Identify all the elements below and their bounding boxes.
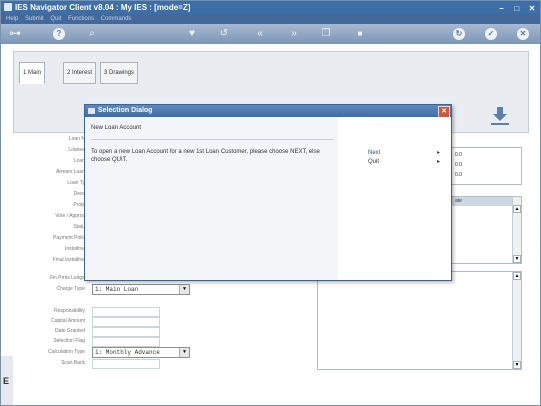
search-icon[interactable]: ⌕	[87, 27, 97, 40]
stop-icon[interactable]: ■	[355, 27, 365, 40]
cancel-icon[interactable]: ✕	[517, 28, 529, 40]
selection-flag-field[interactable]	[92, 337, 160, 347]
menu-submit[interactable]: Submit	[25, 16, 44, 22]
capital-amount-field[interactable]	[92, 317, 160, 327]
label-description: Desc	[73, 191, 85, 197]
calculation-type-select[interactable]: 1: Monthly Advance ▼	[92, 347, 190, 358]
title-bar: IES Navigator Client v8.04 : My IES : [m…	[1, 1, 540, 14]
download-icon[interactable]	[489, 105, 511, 127]
label-vote-approval: Vote / Approv	[55, 213, 85, 219]
side-strip: E	[1, 356, 13, 405]
label-scan-back: Scan Back	[61, 360, 85, 366]
dialog-divider	[91, 139, 334, 140]
label-calculation-type: Calculation Type	[48, 349, 85, 355]
side-strip-icon[interactable]: E	[3, 376, 9, 386]
menu-commands[interactable]: Commands	[101, 16, 132, 22]
tab-interest[interactable]: 2 Interest	[63, 62, 97, 84]
dialog-title: Selection Dialog	[98, 107, 153, 114]
label-responsibility: Responsibility	[54, 308, 85, 314]
chevron-right-icon: ▸	[436, 159, 440, 165]
label-fin-pmts-ledger: Fin Pmts Ledge	[49, 275, 85, 281]
menu-quit[interactable]: Quit	[50, 16, 61, 22]
charge-type-select[interactable]: 1: Main Loan ▼	[92, 284, 190, 295]
chevron-down-icon: ▼	[179, 285, 189, 294]
label-payment-policy: Payment Polic	[53, 235, 85, 241]
chevron-down-icon: ▼	[179, 348, 189, 357]
value-1: 0.0	[455, 152, 462, 158]
label-selection-flag: Selection Flag	[53, 338, 85, 344]
date-granted-field[interactable]	[92, 327, 160, 337]
list-scrollbar[interactable]: ▲ ▼	[512, 197, 521, 263]
first-icon[interactable]: «	[255, 27, 265, 40]
value-2: 0.0	[455, 162, 462, 168]
notes-scrollbar[interactable]: ▲ ▼	[512, 272, 521, 369]
copy-icon[interactable]: ❐	[321, 27, 331, 40]
key-icon[interactable]: ⊶	[9, 27, 21, 40]
label-capital-amount: Capital Amount	[51, 318, 85, 324]
label-loan: Loan	[73, 158, 85, 164]
label-loanee: Loanee	[68, 147, 85, 153]
ok-icon[interactable]: ✓	[485, 28, 497, 40]
minimize-icon[interactable]: –	[497, 4, 507, 14]
label-project: Proje	[73, 202, 85, 208]
responsibility-field[interactable]	[92, 307, 160, 317]
calculation-type-value: 1: Monthly Advance	[95, 349, 160, 356]
label-charge-type: Charge Type	[56, 286, 85, 292]
label-arrears-loan: Arrears Loan	[56, 169, 85, 175]
heart-icon[interactable]: ♥	[187, 27, 197, 40]
refresh-icon[interactable]: ↻	[453, 28, 465, 40]
summary-values-panel: 0.0 0.0 0.0	[450, 147, 522, 185]
schedule-list[interactable]: ate ▲ ▼	[450, 196, 522, 264]
toolbar: ⊶ ? ⌕ ♥ ↺ « » ❐ ■ ↻ ✓ ✕	[1, 24, 540, 44]
dialog-heading: New Loan Account	[91, 125, 142, 131]
window-title: IES Navigator Client v8.04 : My IES : [m…	[15, 3, 191, 12]
selection-dialog: Selection Dialog ✕ New Loan Account To o…	[84, 104, 452, 281]
menu-functions[interactable]: Functions	[68, 16, 94, 22]
scroll-up-icon[interactable]: ▲	[513, 205, 521, 213]
scroll-down-icon[interactable]: ▼	[513, 255, 521, 263]
tab-main[interactable]: 1 Main	[19, 62, 46, 84]
tab-drawings[interactable]: 3 Drawings	[100, 62, 139, 84]
scan-back-field[interactable]	[92, 359, 160, 369]
notes-area[interactable]: ▲ ▼	[317, 271, 522, 370]
scroll-up-icon[interactable]: ▲	[513, 272, 521, 280]
chevron-right-icon: ▸	[436, 150, 440, 156]
app-icon	[4, 3, 12, 11]
dialog-app-icon	[88, 108, 95, 114]
maximize-icon[interactable]: □	[512, 4, 522, 14]
dialog-title-bar: Selection Dialog ✕	[85, 105, 451, 118]
value-3: 0.0	[455, 172, 462, 178]
charge-type-value: 1: Main Loan	[95, 286, 139, 293]
label-loan-type: Loan Ty	[67, 180, 85, 186]
label-status: Statu	[73, 224, 85, 230]
last-icon[interactable]: »	[289, 27, 299, 40]
option-quit-label: Quit	[368, 159, 380, 165]
help-icon[interactable]: ?	[53, 28, 65, 40]
label-date-granted: Date Granted	[54, 328, 85, 334]
close-icon[interactable]: ✕	[527, 4, 537, 14]
dialog-options-pane: Next ▸ Quit ▸	[338, 117, 451, 280]
option-next[interactable]: Next ▸	[368, 149, 440, 158]
label-installment: Installme	[64, 246, 85, 252]
list-header: ate	[451, 197, 515, 206]
history-icon[interactable]: ↺	[219, 27, 229, 40]
dialog-message-pane: New Loan Account To open a new Loan Acco…	[85, 117, 338, 280]
scroll-down-icon[interactable]: ▼	[513, 361, 521, 369]
option-next-label: Next	[368, 150, 381, 156]
label-final-installment: Final Installme	[52, 257, 85, 263]
dialog-message: To open a new Loan Account for a new 1st…	[91, 149, 320, 163]
label-loan-number: Loan N	[68, 136, 85, 142]
option-quit[interactable]: Quit ▸	[368, 158, 440, 167]
menu-help[interactable]: Help	[6, 16, 18, 22]
menu-bar: Help Submit Quit Functions Commands	[1, 14, 540, 24]
